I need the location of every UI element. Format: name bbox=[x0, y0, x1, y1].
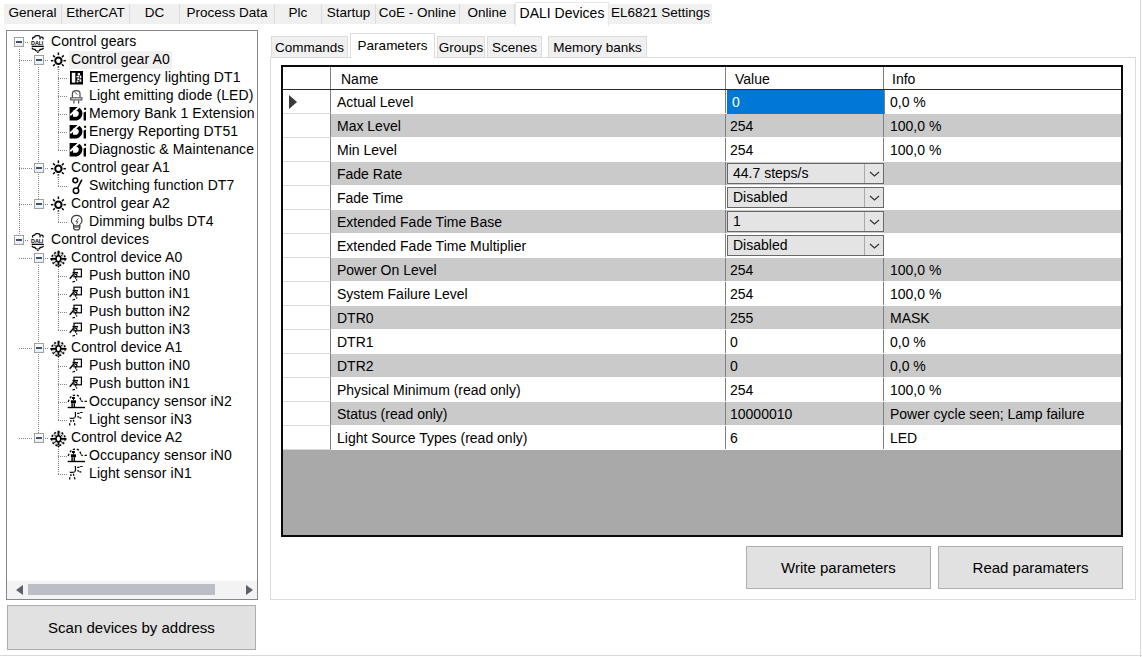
svg-text:DALI: DALI bbox=[31, 40, 44, 46]
svg-text:DALI: DALI bbox=[31, 238, 44, 244]
